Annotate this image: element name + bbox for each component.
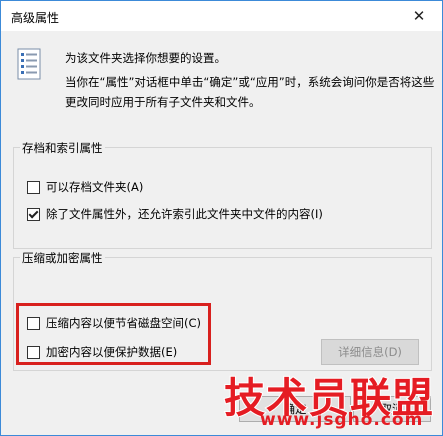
description-line-1: 为该文件夹选择你想要的设置。 [65,51,226,65]
archive-checkbox[interactable] [27,180,40,194]
archive-checkbox-label: 可以存档文件夹(A) [46,180,144,194]
compress-group-title: 压缩或加密属性 [20,250,105,266]
description-line-2: 当你在“属性”对话框中单击“确定”或“应用”时，系统会询问你是否将这些更改同时应… [65,75,435,109]
close-button[interactable]: ✕ [396,1,442,31]
window-title: 高级属性 [11,11,60,25]
archive-index-group: 存档和索引属性 [13,140,432,249]
highlight-box [16,303,211,365]
details-button[interactable]: 详细信息(D) [321,339,419,365]
archive-group-title: 存档和索引属性 [20,140,105,156]
archive-checkbox-row[interactable]: 可以存档文件夹(A) [27,179,143,195]
index-checkbox-row[interactable]: 除了文件属性外，还允许索引此文件夹中文件的内容(I) [27,206,323,222]
index-checkbox[interactable] [27,207,40,221]
close-icon: ✕ [412,7,426,25]
title-bar[interactable]: 高级属性 ✕ [1,1,442,31]
watermark: 技术员联盟 www.jsgho.com [218,368,443,434]
index-checkbox-label: 除了文件属性外，还允许索引此文件夹中文件的内容(I) [46,207,323,221]
watermark-url: www.jsgho.com [260,410,424,430]
settings-list-icon [17,48,41,80]
